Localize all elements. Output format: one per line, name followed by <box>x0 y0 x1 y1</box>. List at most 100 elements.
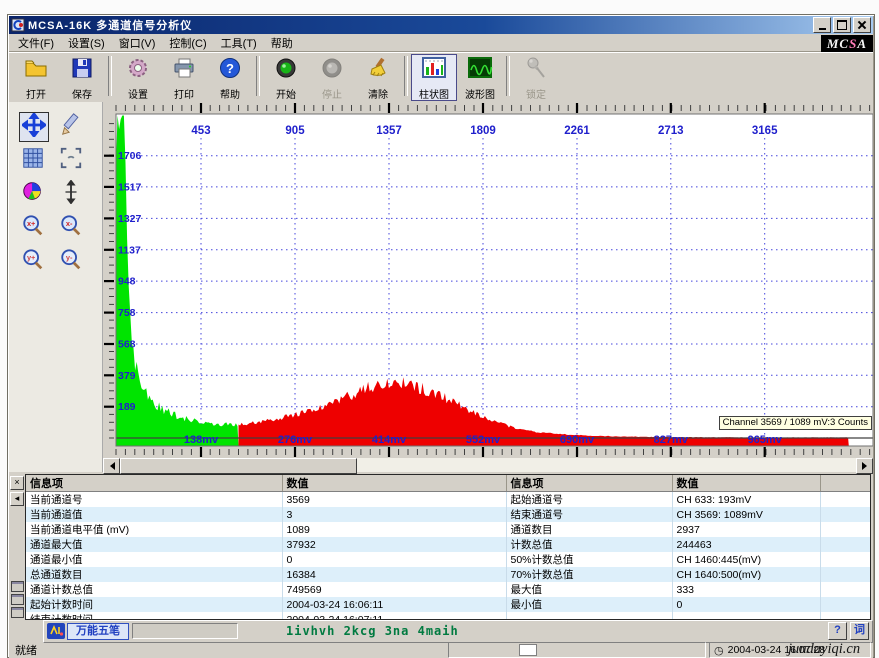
clock-icon: ◷ <box>714 644 724 657</box>
scroll-track[interactable] <box>357 458 856 472</box>
toolbar-separator <box>256 56 260 96</box>
zoom-y-out-tool-icon: y- <box>59 248 83 277</box>
chart-svg[interactable]: 45390513571809226127133165138mv276mv414m… <box>103 102 873 458</box>
table-cell: 749569 <box>282 582 506 597</box>
zoom-y-in-tool-button[interactable]: y+ <box>19 248 47 276</box>
dock-icon-1[interactable] <box>11 581 24 592</box>
print-icon <box>171 55 197 86</box>
table-cell <box>820 582 871 597</box>
app-icon <box>11 18 25 32</box>
toolbar-button-pin[interactable]: 锁定 <box>513 54 559 101</box>
scroll-left-button[interactable] <box>103 458 120 474</box>
table-cell: 通道最大值 <box>26 537 282 552</box>
axis-adjust-tool-button[interactable] <box>57 180 85 208</box>
toolbar-button-print[interactable]: 打印 <box>161 54 207 101</box>
maximize-icon <box>837 20 847 30</box>
svg-text:453: 453 <box>191 125 210 137</box>
table-cell: 起始计数时间 <box>26 597 282 612</box>
clear-icon <box>365 55 391 86</box>
toolbar-button-label: 开始 <box>276 86 296 101</box>
table-cell <box>820 522 871 537</box>
table-cell: 333 <box>672 582 820 597</box>
zoom-y-out-tool-button[interactable]: y- <box>57 248 85 276</box>
toolbar-button-start[interactable]: 开始 <box>263 54 309 101</box>
toolbar-button-waveform[interactable]: 波形图 <box>457 54 503 101</box>
menu-item-3[interactable]: 控制(C) <box>162 33 213 53</box>
ime-input-area[interactable] <box>132 623 238 639</box>
dock-icon-2[interactable] <box>11 594 24 605</box>
table-cell <box>820 567 871 582</box>
toolbar-button-label: 保存 <box>72 86 92 101</box>
pan-tool-button[interactable] <box>19 112 49 142</box>
menu-item-0[interactable]: 文件(F) <box>11 33 61 53</box>
table-cell: 0 <box>672 597 820 612</box>
toolbar-button-stop[interactable]: 停止 <box>309 54 355 101</box>
table-row-2: 当前通道电平值 (mV)1089通道数目2937 <box>26 522 871 537</box>
toolbar-button-histogram[interactable]: 柱状图 <box>411 54 457 101</box>
table-cell: 最大值 <box>506 582 672 597</box>
panel-close-button[interactable]: × <box>10 476 24 490</box>
side-toolbox: x+ x-y+ y- <box>9 102 103 472</box>
toolbar-button-help[interactable]: ?帮助 <box>207 54 253 101</box>
toolbar-button-settings[interactable]: 设置 <box>115 54 161 101</box>
menu-item-1[interactable]: 设置(S) <box>61 33 112 53</box>
svg-text:379: 379 <box>118 370 136 382</box>
maximize-button[interactable] <box>833 17 851 33</box>
pin-icon <box>523 55 549 86</box>
close-icon <box>858 21 866 29</box>
menu-item-2[interactable]: 窗口(V) <box>112 33 163 53</box>
svg-text:1327: 1327 <box>118 213 142 225</box>
ime-word-button[interactable]: 词 <box>850 622 869 640</box>
pie-tool-button[interactable] <box>19 180 47 208</box>
svg-text:827mv: 827mv <box>654 434 689 446</box>
table-cell <box>820 597 871 612</box>
horizontal-scrollbar[interactable] <box>103 458 873 472</box>
fit-tool-button[interactable] <box>57 146 85 174</box>
table-header-3: 数值 <box>672 475 820 492</box>
svg-text:2713: 2713 <box>658 125 684 137</box>
table-cell: CH 1640:500(mV) <box>672 567 820 582</box>
toolbar-button-open[interactable]: 打开 <box>13 54 59 101</box>
panel-collapse-button[interactable]: ◂ <box>10 492 24 506</box>
svg-text:758: 758 <box>118 307 136 319</box>
table-cell: 70%计数总值 <box>506 567 672 582</box>
scroll-thumb[interactable] <box>120 458 357 474</box>
table-cell: 16384 <box>282 567 506 582</box>
ime-buttons: ? 词 <box>828 622 869 640</box>
pencil-tool-button[interactable] <box>57 112 85 140</box>
menu-item-4[interactable]: 工具(T) <box>214 33 264 53</box>
toolbar-button-save[interactable]: 保存 <box>59 54 105 101</box>
toolbar-button-clear[interactable]: 清除 <box>355 54 401 101</box>
svg-text:x-: x- <box>66 219 73 228</box>
axis-adjust-tool-icon <box>59 180 83 209</box>
pencil-tool-icon <box>59 112 83 141</box>
zoom-x-in-tool-button[interactable]: x+ <box>19 214 47 242</box>
menu-item-5[interactable]: 帮助 <box>264 33 300 53</box>
ime-help-button[interactable]: ? <box>828 622 847 640</box>
table-cell <box>820 492 871 508</box>
svg-text:568: 568 <box>118 339 136 351</box>
svg-text:2261: 2261 <box>564 125 590 137</box>
window-controls <box>813 17 871 33</box>
status-bar: 就绪 ◷ 2004-03-24 16:07:28 <box>9 642 873 658</box>
ime-candidates[interactable]: 1ivhvh 2kcg 3na 4maih <box>286 624 459 638</box>
close-button[interactable] <box>853 17 871 33</box>
table-cell: 计数总值 <box>506 537 672 552</box>
ime-logo-icon[interactable] <box>47 623 65 639</box>
app-window: MCSA-16K 多通道信号分析仪 文件(F)设置(S)窗口(V)控制(C)工具… <box>7 14 875 658</box>
table-row-4: 通道最小值050%计数总值CH 1460:445(mV) <box>26 552 871 567</box>
table-cell <box>820 537 871 552</box>
grid-tool-button[interactable] <box>19 146 47 174</box>
minimize-button[interactable] <box>813 17 831 33</box>
table-cell: 通道数目 <box>506 522 672 537</box>
table-cell: 37932 <box>282 537 506 552</box>
table-header-0: 信息项 <box>26 475 282 492</box>
zoom-x-out-tool-button[interactable]: x- <box>57 214 85 242</box>
dock-icon-3[interactable] <box>11 607 24 618</box>
titlebar[interactable]: MCSA-16K 多通道信号分析仪 <box>9 16 873 34</box>
table-cell: 通道计数总值 <box>26 582 282 597</box>
scroll-right-button[interactable] <box>856 458 873 474</box>
ime-name-button[interactable]: 万能五笔 <box>67 623 129 640</box>
toolbar-button-label: 清除 <box>368 86 388 101</box>
toolbar-button-label: 帮助 <box>220 86 240 101</box>
